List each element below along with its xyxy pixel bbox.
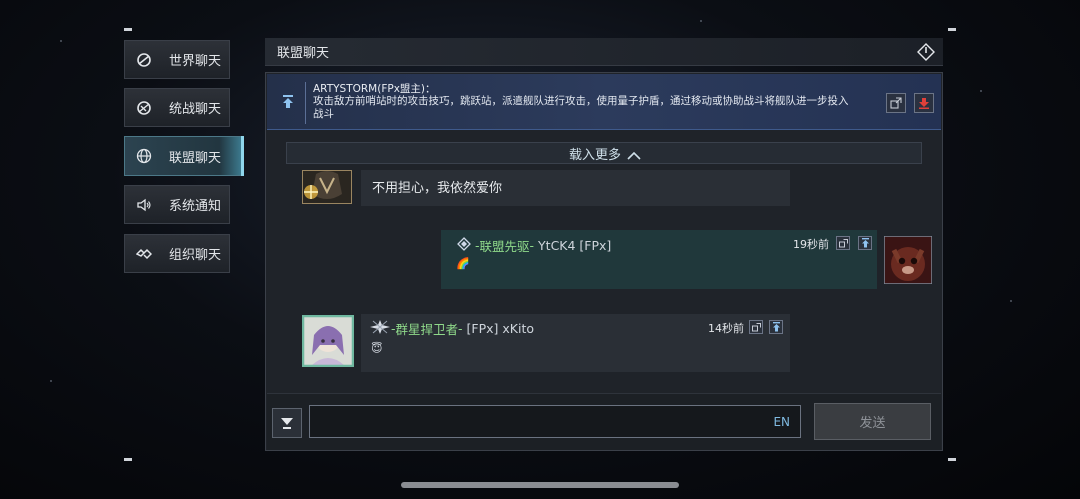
world-chat-icon — [135, 51, 153, 69]
chat-input-bar: EN 发送 — [267, 393, 941, 450]
rank-diamond-icon — [457, 237, 471, 254]
message-bubble-self: - 联盟先驱 - YtCK4 [FPx] 🌈 19秒前 — [441, 230, 877, 289]
nav-item-label: 联盟聊天 — [169, 150, 222, 166]
frame-corner — [948, 458, 956, 461]
nav-item-label: 世界聊天 — [169, 54, 222, 69]
nav-item-world-chat[interactable]: 世界聊天 — [124, 40, 230, 79]
chevron-up-icon — [627, 149, 641, 160]
pinned-author: ARTYSTORM(FPx盟主)： — [313, 83, 436, 95]
pinned-text: 攻击敌方前哨站时的攻击技巧，跳跃站，派遣舰队进行攻击，使用量子护盾，通过移动或协… — [313, 95, 849, 120]
panel-header: 联盟聊天 — [265, 38, 943, 66]
sender-title[interactable]: 群星捍卫者 — [396, 319, 459, 338]
nav-item-system-notice[interactable]: 系统通知 — [124, 185, 230, 224]
panel-title: 联盟聊天 — [277, 46, 330, 61]
nav-item-label: 组织聊天 — [169, 248, 222, 263]
message-text: 不用担心，我依然爱你 — [372, 181, 503, 196]
home-indicator[interactable] — [401, 482, 679, 488]
emoji-panel-toggle[interactable] — [272, 408, 302, 438]
nav-item-united-chat[interactable]: 统战聊天 — [124, 88, 230, 127]
sender-line: - 群星捍卫者 - [FPx] xKito — [369, 319, 534, 338]
pin-top-button[interactable] — [769, 320, 783, 334]
download-button[interactable] — [914, 93, 934, 113]
message-input-field[interactable]: EN — [309, 405, 801, 438]
rainbow-emoji-icon: 🌈 — [456, 257, 470, 270]
pin-top-button[interactable] — [858, 236, 872, 250]
rank-star-icon — [369, 319, 391, 338]
sender-name[interactable]: [FPx] xKito — [467, 321, 534, 336]
sender-line: - 联盟先驱 - YtCK4 [FPx] — [457, 236, 611, 255]
frame-corner — [124, 28, 132, 31]
share-button[interactable] — [836, 236, 850, 250]
pinned-announcement: ARTYSTORM(FPx盟主)： 攻击敌方前哨站时的攻击技巧，跳跃站，派遣舰队… — [267, 74, 941, 130]
message-bubble: 不用担心，我依然爱你 — [361, 170, 790, 206]
sender-name[interactable]: YtCK4 [FPx] — [538, 238, 611, 253]
language-toggle[interactable]: EN — [773, 415, 790, 429]
frame-corner — [948, 28, 956, 31]
pin-top-icon — [281, 94, 295, 110]
sender-suffix: - — [458, 321, 463, 336]
message-bubble: - 群星捍卫者 - [FPx] xKito 😇 14秒前 — [361, 314, 790, 372]
share-button[interactable] — [886, 93, 906, 113]
frame-corner — [124, 458, 132, 461]
message-time: 14秒前 — [708, 322, 744, 335]
chevron-down-icon — [281, 418, 293, 429]
share-button[interactable] — [749, 320, 763, 334]
nav-item-alliance-chat[interactable]: 联盟聊天 — [124, 136, 244, 176]
sender-title[interactable]: 联盟先驱 — [480, 236, 530, 255]
send-button[interactable]: 发送 — [814, 403, 931, 440]
close-icon[interactable] — [915, 41, 937, 63]
nav-item-label: 统战聊天 — [169, 102, 222, 117]
load-more-button[interactable]: 载入更多 — [286, 142, 922, 164]
halo-smile-emoji-icon: 😇 — [371, 342, 383, 355]
speaker-icon — [135, 196, 153, 214]
sender-suffix: - — [529, 238, 535, 253]
divider — [305, 82, 306, 124]
nav-item-org-chat[interactable]: 组织聊天 — [124, 234, 230, 273]
message-time: 19秒前 — [793, 238, 829, 251]
united-chat-icon — [135, 99, 153, 117]
avatar[interactable] — [302, 170, 352, 204]
avatar[interactable] — [302, 315, 354, 367]
load-more-label: 载入更多 — [568, 147, 621, 163]
chat-panel: ARTYSTORM(FPx盟主)： 攻击敌方前哨站时的攻击技巧，跳跃站，派遣舰队… — [265, 72, 943, 451]
nav-item-label: 系统通知 — [169, 199, 222, 214]
org-chat-icon — [135, 245, 153, 263]
avatar[interactable] — [884, 236, 932, 284]
message-input[interactable] — [310, 406, 800, 437]
globe-icon — [135, 147, 153, 165]
